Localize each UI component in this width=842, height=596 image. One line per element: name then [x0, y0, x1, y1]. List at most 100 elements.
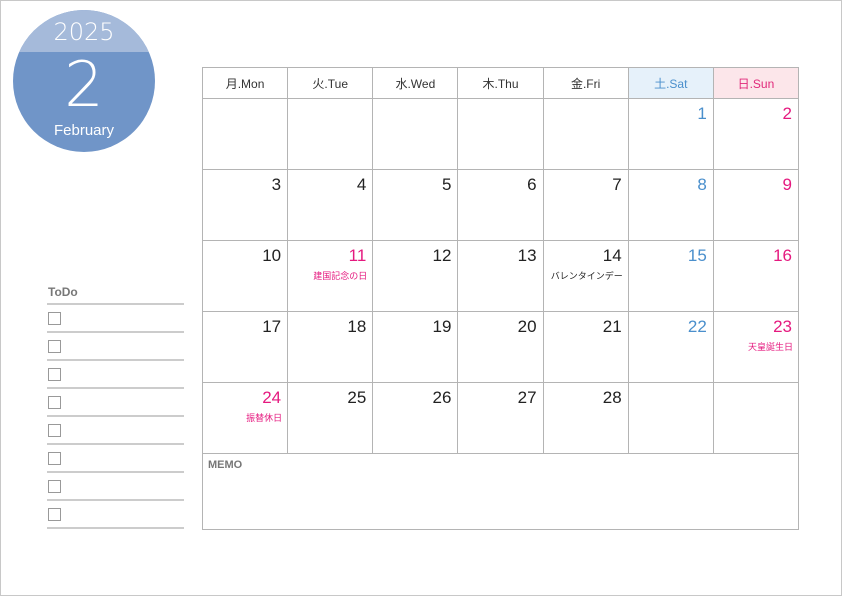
todo-item[interactable] — [47, 361, 184, 389]
checkbox[interactable] — [48, 452, 61, 465]
week-row: 17 18 19 20 21 22 23 天皇誕生日 — [201, 311, 800, 383]
day-cell[interactable] — [712, 382, 800, 454]
day-number: 2 — [782, 104, 792, 123]
day-cell[interactable]: 23 天皇誕生日 — [712, 311, 800, 383]
month-name: February — [53, 122, 115, 139]
day-number: 23 — [773, 317, 792, 336]
day-number: 15 — [687, 246, 707, 265]
day-cell[interactable]: 5 — [372, 169, 459, 241]
day-number: 4 — [356, 175, 367, 194]
day-cell[interactable] — [457, 98, 544, 170]
day-cell[interactable]: 16 — [712, 240, 800, 312]
day-cell[interactable]: 26 — [372, 382, 459, 454]
day-number: 25 — [347, 388, 367, 407]
day-note: バレンタインデー — [550, 271, 623, 281]
memo-area[interactable]: MEMO — [202, 453, 799, 530]
todo-title: ToDo — [48, 285, 78, 299]
day-cell[interactable]: 27 — [457, 382, 544, 454]
todo-item[interactable] — [47, 473, 184, 501]
todo-item[interactable] — [47, 417, 184, 445]
day-number: 20 — [517, 317, 537, 336]
month-badge: 2025 2 February — [13, 10, 155, 152]
checkbox[interactable] — [48, 508, 61, 521]
day-cell[interactable]: 14 バレンタインデー — [542, 240, 629, 312]
day-cell[interactable]: 12 — [372, 240, 459, 312]
day-number: 27 — [517, 388, 537, 407]
weekday-header-sat: 土.Sat — [627, 67, 714, 99]
day-note: 天皇誕生日 — [747, 342, 793, 352]
day-number: 3 — [271, 175, 282, 194]
todo-item[interactable] — [47, 333, 184, 361]
day-number: 19 — [432, 317, 452, 336]
day-cell[interactable] — [287, 98, 374, 170]
day-cell[interactable]: 20 — [457, 311, 544, 383]
day-cell[interactable]: 17 — [201, 311, 289, 383]
day-number: 22 — [687, 317, 707, 336]
checkbox[interactable] — [48, 312, 61, 325]
day-cell[interactable]: 22 — [627, 311, 714, 383]
day-number — [544, 99, 628, 104]
checkbox[interactable] — [48, 396, 61, 409]
day-cell[interactable]: 7 — [542, 169, 629, 241]
checkbox[interactable] — [48, 340, 61, 353]
day-cell[interactable]: 6 — [457, 169, 544, 241]
day-cell[interactable]: 19 — [372, 311, 459, 383]
day-number — [203, 99, 287, 104]
day-cell[interactable]: 28 — [542, 382, 629, 454]
day-number: 24 — [262, 388, 282, 407]
day-number: 21 — [602, 317, 622, 336]
week-row: 12 — [201, 98, 800, 170]
day-number — [714, 383, 798, 388]
day-note: 建国記念の日 — [313, 271, 368, 281]
month-number: 2 — [64, 48, 104, 121]
todo-list: ToDo — [47, 284, 184, 529]
checkbox[interactable] — [48, 480, 61, 493]
day-cell[interactable]: 10 — [201, 240, 289, 312]
day-cell[interactable]: 15 — [627, 240, 714, 312]
day-cell[interactable] — [627, 382, 714, 454]
day-number — [288, 99, 372, 104]
day-cell[interactable]: 8 — [627, 169, 714, 241]
day-cell[interactable] — [201, 98, 289, 170]
day-cell[interactable]: 1 — [627, 98, 714, 170]
day-cell[interactable]: 2 — [712, 98, 800, 170]
day-cell[interactable]: 9 — [712, 169, 800, 241]
day-number: 13 — [517, 246, 537, 265]
day-number: 8 — [697, 175, 707, 194]
day-cell[interactable]: 25 — [287, 382, 374, 454]
calendar-grid: 月.Mon 火.Tue 水.Wed 木.Thu 金.Fri 土.Sat 日.Sun 1234… — [201, 67, 800, 530]
weekday-header-tue: 火.Tue — [287, 67, 374, 99]
day-cell[interactable]: 21 — [542, 311, 629, 383]
day-number: 6 — [527, 175, 537, 194]
day-cell[interactable] — [542, 98, 629, 170]
day-number: 11 — [348, 246, 367, 265]
todo-item[interactable] — [47, 501, 184, 529]
day-cell[interactable]: 24 振替休日 — [201, 382, 289, 454]
day-cell[interactable]: 11 建国記念の日 — [287, 240, 374, 312]
day-cell[interactable]: 18 — [287, 311, 374, 383]
day-number: 10 — [262, 246, 282, 265]
day-number: 5 — [441, 175, 452, 194]
checkbox[interactable] — [48, 424, 61, 437]
week-row: 24 振替休日 25 26 27 28 — [201, 382, 800, 454]
day-cell[interactable]: 4 — [287, 169, 374, 241]
checkbox[interactable] — [48, 368, 61, 381]
weekday-header-mon: 月.Mon — [201, 67, 289, 99]
day-number: 9 — [782, 175, 792, 194]
day-cell[interactable]: 3 — [201, 169, 289, 241]
day-number — [373, 99, 457, 104]
day-number: 14 — [602, 246, 622, 265]
weekday-header-thu: 木.Thu — [457, 67, 544, 99]
year-label: 2025 — [53, 18, 115, 46]
day-cell[interactable]: 13 — [457, 240, 544, 312]
todo-item[interactable] — [47, 445, 184, 473]
week-row: 10 11 建国記念の日 12 13 14 バレンタインデー 15 16 — [201, 240, 800, 312]
todo-item[interactable] — [47, 305, 184, 333]
todo-item[interactable] — [47, 389, 184, 417]
day-number: 26 — [432, 388, 452, 407]
day-number: 12 — [432, 246, 452, 265]
day-cell[interactable] — [372, 98, 459, 170]
day-number: 28 — [602, 388, 622, 407]
memo-label: MEMO — [208, 459, 243, 471]
day-number: 16 — [773, 246, 792, 265]
